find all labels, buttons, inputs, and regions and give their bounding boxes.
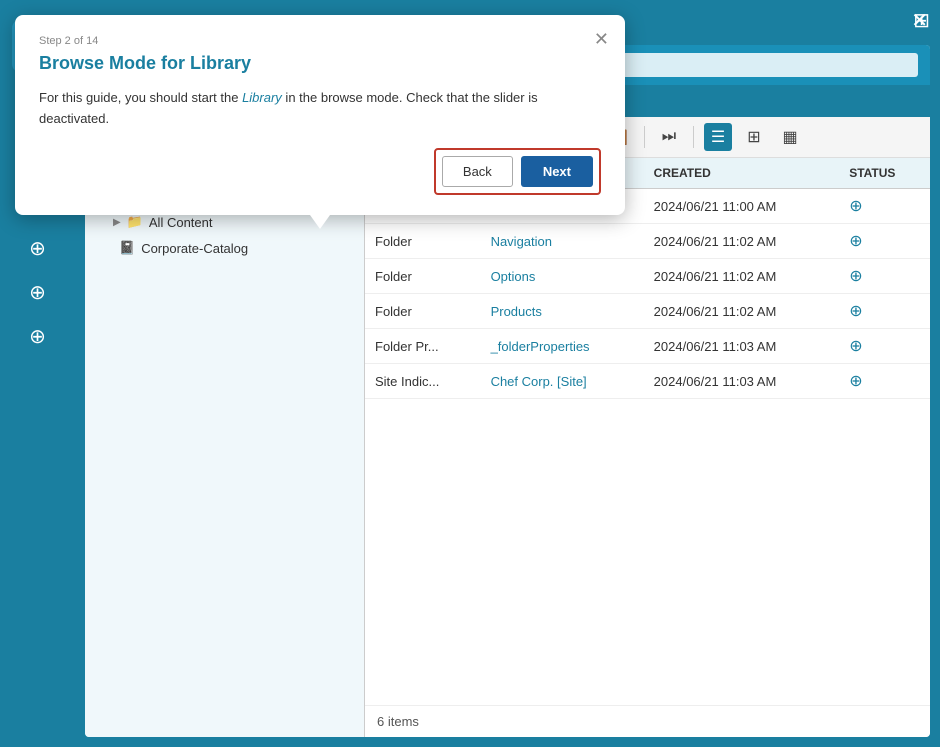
cell-status: ⊕ (839, 364, 930, 399)
grid-view-button[interactable]: ⊞ (740, 123, 768, 151)
col-status: STATUS (839, 158, 930, 189)
cell-created: 2024/06/21 11:03 AM (644, 329, 840, 364)
tree-arrow-icon: ▶ (113, 217, 121, 228)
status-globe-icon: ⊕ (849, 303, 862, 320)
tree-item-label: Corporate-Catalog (141, 241, 248, 256)
cell-type: Folder (365, 224, 481, 259)
next-button[interactable]: Next (521, 156, 593, 187)
toolbar-divider-2 (644, 126, 645, 148)
globe-sidebar-icon-6[interactable]: ⊕ (20, 318, 56, 354)
cell-created: 2024/06/21 11:00 AM (644, 189, 840, 224)
guide-body: For this guide, you should start the Lib… (39, 88, 601, 130)
cell-type: Folder (365, 294, 481, 329)
cell-name[interactable]: Products (481, 294, 644, 329)
file-table: TYPE NAME ↑ CREATED STATUS Folder Editor… (365, 158, 930, 705)
cell-type: Folder (365, 259, 481, 294)
cell-name[interactable]: Options (481, 259, 644, 294)
file-count: 6 items (365, 705, 930, 737)
cell-created: 2024/06/21 11:02 AM (644, 224, 840, 259)
top-grid-icon: ⊞ (913, 10, 930, 32)
cell-status: ⊕ (839, 294, 930, 329)
status-globe-icon: ⊕ (849, 233, 862, 250)
status-globe-icon: ⊕ (849, 373, 862, 390)
list-view-button[interactable]: ☰ (704, 123, 732, 151)
catalog-icon: 📓 (119, 240, 135, 256)
cell-created: 2024/06/21 11:02 AM (644, 259, 840, 294)
back-button[interactable]: Back (442, 156, 513, 187)
modal-pointer-arrow (310, 215, 330, 229)
table-row[interactable]: Folder Navigation 2024/06/21 11:02 AM ⊕ (365, 224, 930, 259)
status-globe-icon: ⊕ (849, 268, 862, 285)
cell-created: 2024/06/21 11:03 AM (644, 364, 840, 399)
cell-type: Site Indic... (365, 364, 481, 399)
table-row[interactable]: Folder Products 2024/06/21 11:02 AM ⊕ (365, 294, 930, 329)
folder-icon: 📁 (127, 214, 143, 230)
cell-name[interactable]: _folderProperties (481, 329, 644, 364)
tree-item-corporate-catalog[interactable]: 📓 Corporate-Catalog (85, 235, 364, 261)
guide-body-text: For this guide, you should start the (39, 90, 242, 105)
guide-actions-wrapper: Back Next (434, 148, 601, 195)
cell-name[interactable]: Navigation (481, 224, 644, 259)
guide-body-italic: Library (242, 90, 282, 105)
col-created: CREATED (644, 158, 840, 189)
cell-name[interactable]: Chef Corp. [Site] (481, 364, 644, 399)
status-globe-icon: ⊕ (849, 338, 862, 355)
tree-item-label: All Content (149, 215, 213, 230)
guide-step-label: Step 2 of 14 (39, 35, 601, 47)
cell-status: ⊕ (839, 259, 930, 294)
globe-sidebar-icon-4[interactable]: ⊕ (20, 230, 56, 266)
guide-modal: Step 2 of 14 Browse Mode for Library For… (15, 15, 625, 215)
globe-sidebar-icon-5[interactable]: ⊕ (20, 274, 56, 310)
panel-view-button[interactable]: ▦ (776, 123, 804, 151)
status-globe-icon: ⊕ (849, 198, 862, 215)
toolbar-divider-3 (693, 126, 694, 148)
table-row[interactable]: Site Indic... Chef Corp. [Site] 2024/06/… (365, 364, 930, 399)
cell-type: Folder Pr... (365, 329, 481, 364)
table-row[interactable]: Folder Options 2024/06/21 11:02 AM ⊕ (365, 259, 930, 294)
guide-close-button[interactable]: ✕ (594, 29, 609, 50)
cell-status: ⊕ (839, 189, 930, 224)
cell-status: ⊕ (839, 329, 930, 364)
cell-created: 2024/06/21 11:02 AM (644, 294, 840, 329)
guide-title: Browse Mode for Library (39, 53, 601, 74)
table-row[interactable]: Folder Pr... _folderProperties 2024/06/2… (365, 329, 930, 364)
skip-button[interactable]: ⏭ (655, 123, 683, 151)
cell-status: ⊕ (839, 224, 930, 259)
item-count-label: 6 items (377, 714, 419, 729)
